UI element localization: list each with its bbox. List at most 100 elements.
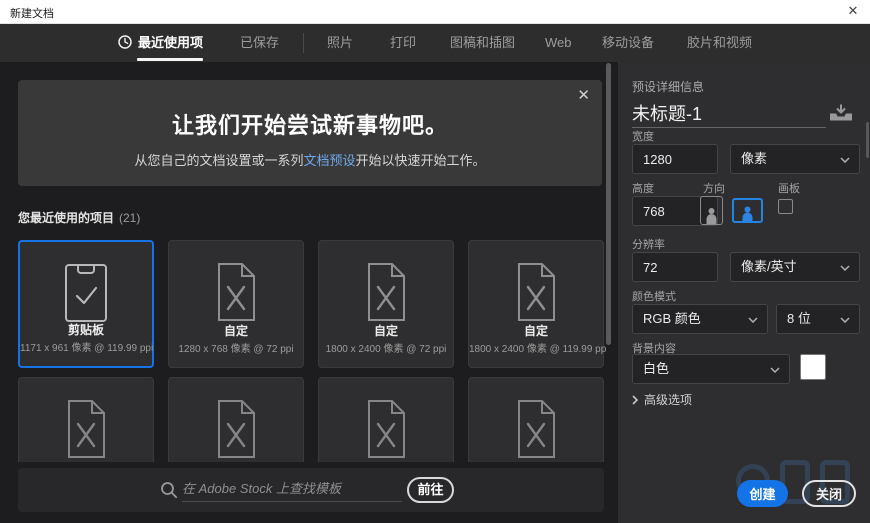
recent-section-label: 您最近使用的项目 xyxy=(18,211,114,225)
document-presets-link[interactable]: 文档预设 xyxy=(303,153,355,168)
bit-depth-value: 8 位 xyxy=(787,311,811,326)
height-label: 高度 xyxy=(632,180,654,196)
width-input[interactable] xyxy=(632,144,718,174)
new-document-dialog: 新建文档 ✕ 最近使用项 已保存 照片 打印 图稿和插图 Web 移动设备 胶片… xyxy=(0,0,870,523)
chevron-down-icon xyxy=(840,317,850,323)
background-dropdown[interactable]: 白色 xyxy=(632,354,790,384)
tab-label: 移动设备 xyxy=(602,35,654,50)
recent-section-title: 您最近使用的项目 (21) xyxy=(18,209,140,226)
card-meta: 1800 x 2400 像素 @ 72 ppi xyxy=(319,340,453,355)
window-titlebar: 新建文档 ✕ xyxy=(0,0,870,24)
color-mode-label: 颜色模式 xyxy=(632,288,676,304)
background-color-swatch[interactable] xyxy=(800,354,826,380)
orientation-landscape-icon[interactable] xyxy=(732,198,763,223)
bit-depth-dropdown[interactable]: 8 位 xyxy=(776,304,860,334)
resolution-label: 分辨率 xyxy=(632,236,665,252)
panel-scrollbar[interactable] xyxy=(866,122,869,158)
artboard-checkbox[interactable] xyxy=(778,199,793,214)
card-meta: 1171 x 961 像素 @ 119.99 ppi xyxy=(20,339,152,354)
tab-saved[interactable]: 已保存 xyxy=(240,24,279,62)
banner-subtitle-text: 从您自己的文档设置或一系列 xyxy=(134,153,303,168)
vertical-scrollbar[interactable] xyxy=(606,63,611,345)
width-label: 宽度 xyxy=(632,128,654,144)
card-title: 自定 xyxy=(169,322,303,339)
resolution-unit-value: 像素/英寸 xyxy=(741,259,797,274)
tab-divider xyxy=(303,33,304,53)
banner-heading: 让我们开始尝试新事物吧。 xyxy=(18,108,602,140)
tab-label: 打印 xyxy=(390,35,416,50)
tab-photo[interactable]: 照片 xyxy=(327,24,353,62)
recent-count-badge: (21) xyxy=(119,211,140,225)
advanced-options-toggle[interactable]: 高级选项 xyxy=(632,391,692,408)
go-button[interactable]: 前往 xyxy=(407,477,454,503)
recent-card-row2[interactable] xyxy=(468,377,604,462)
document-edit-icon xyxy=(361,261,411,323)
chevron-right-icon xyxy=(632,395,638,405)
banner-close-icon[interactable]: ✕ xyxy=(577,86,590,104)
recent-card-custom-1[interactable]: 自定 1280 x 768 像素 @ 72 ppi xyxy=(168,240,304,368)
card-title: 自定 xyxy=(319,322,453,339)
recent-card-row2[interactable] xyxy=(168,377,304,462)
advanced-options-label: 高级选项 xyxy=(644,393,692,407)
banner-subtitle-text: 开始以快速开始工作。 xyxy=(356,153,486,168)
chevron-down-icon xyxy=(748,317,758,323)
background-value: 白色 xyxy=(643,361,669,376)
window-close-icon[interactable]: ✕ xyxy=(844,3,862,19)
tab-label: 已保存 xyxy=(240,35,279,50)
document-title-input[interactable] xyxy=(632,98,826,128)
search-input[interactable] xyxy=(182,476,402,502)
card-meta: 1800 x 2400 像素 @ 119.99 ppi xyxy=(469,340,603,355)
card-meta: 1280 x 768 像素 @ 72 ppi xyxy=(169,340,303,355)
color-mode-dropdown[interactable]: RGB 颜色 xyxy=(632,304,768,334)
tab-label: 最近使用项 xyxy=(138,35,203,50)
tab-mobile[interactable]: 移动设备 xyxy=(602,24,654,62)
chevron-down-icon xyxy=(840,157,850,163)
tab-label: 胶片和视频 xyxy=(687,35,752,50)
close-button[interactable]: 关闭 xyxy=(802,480,856,507)
recent-card-custom-3[interactable]: 自定 1800 x 2400 像素 @ 119.99 ppi xyxy=(468,240,604,368)
preset-header: 预设详细信息 xyxy=(632,78,704,95)
active-tab-underline xyxy=(137,58,203,61)
orientation-portrait-icon[interactable] xyxy=(700,196,723,225)
recent-card-custom-2[interactable]: 自定 1800 x 2400 像素 @ 72 ppi xyxy=(318,240,454,368)
tab-print[interactable]: 打印 xyxy=(390,24,416,62)
banner-subtitle: 从您自己的文档设置或一系列文档预设开始以快速开始工作。 xyxy=(18,150,602,169)
document-edit-icon xyxy=(61,398,111,460)
clock-icon xyxy=(118,37,132,52)
resolution-unit-dropdown[interactable]: 像素/英寸 xyxy=(730,252,860,282)
document-edit-icon xyxy=(361,398,411,460)
color-mode-value: RGB 颜色 xyxy=(643,311,701,326)
create-button[interactable]: 创建 xyxy=(737,480,788,507)
card-title: 自定 xyxy=(469,322,603,339)
document-edit-icon xyxy=(211,398,261,460)
document-edit-icon xyxy=(511,261,561,323)
width-unit-value: 像素 xyxy=(741,151,767,166)
tab-label: 照片 xyxy=(327,35,353,50)
tab-film-video[interactable]: 胶片和视频 xyxy=(687,24,752,62)
tab-web[interactable]: Web xyxy=(545,24,572,62)
resolution-input[interactable] xyxy=(632,252,718,282)
chevron-down-icon xyxy=(840,265,850,271)
clipboard-check-icon xyxy=(62,262,110,324)
recent-card-row2[interactable] xyxy=(318,377,454,462)
recent-card-clipboard[interactable]: 剪贴板 1171 x 961 像素 @ 119.99 ppi xyxy=(18,240,154,368)
width-unit-dropdown[interactable]: 像素 xyxy=(730,144,860,174)
document-edit-icon xyxy=(211,261,261,323)
preset-details-panel: 预设详细信息 宽度 像素 高度 方向 画板 分辨率 xyxy=(618,62,870,523)
tab-label: 图稿和插图 xyxy=(450,35,515,50)
tab-label: Web xyxy=(545,35,572,50)
recent-card-row2[interactable] xyxy=(18,377,154,462)
document-edit-icon xyxy=(511,398,561,460)
chevron-down-icon xyxy=(770,367,780,373)
window-title: 新建文档 xyxy=(10,5,54,21)
artboard-label: 画板 xyxy=(778,180,800,196)
save-preset-icon[interactable] xyxy=(829,104,853,121)
recent-documents-area: ✕ 让我们开始尝试新事物吧。 从您自己的文档设置或一系列文档预设开始以快速开始工… xyxy=(0,62,618,523)
tab-art-illustration[interactable]: 图稿和插图 xyxy=(450,24,515,62)
tab-recent[interactable]: 最近使用项 xyxy=(118,24,203,62)
welcome-banner: ✕ 让我们开始尝试新事物吧。 从您自己的文档设置或一系列文档预设开始以快速开始工… xyxy=(18,80,602,186)
adobe-stock-search-bar: 前往 xyxy=(18,468,604,512)
search-icon xyxy=(160,481,178,499)
category-tabbar: 最近使用项 已保存 照片 打印 图稿和插图 Web 移动设备 胶片和视频 xyxy=(0,24,870,62)
card-title: 剪贴板 xyxy=(20,321,152,338)
